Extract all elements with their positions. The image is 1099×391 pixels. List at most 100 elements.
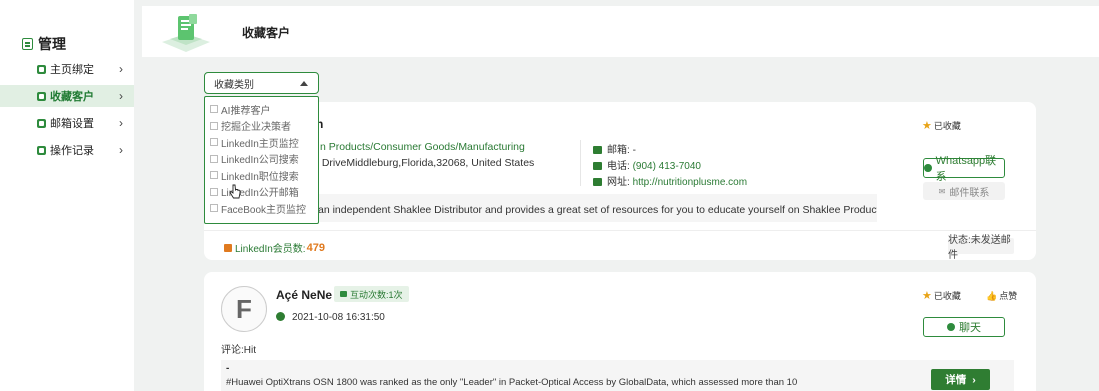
filter-option[interactable]: 挖掘企业决策者: [205, 118, 318, 135]
interaction-count: 互动次数:1次: [350, 289, 403, 300]
manage-icon: [22, 38, 33, 50]
filter-option-label: LinkedIn职位搜索: [221, 171, 299, 183]
category-filter-select[interactable]: 收藏类别: [204, 72, 319, 94]
thumbs-up-icon: 👍: [986, 291, 998, 301]
checkbox[interactable]: [210, 121, 218, 130]
checkbox[interactable]: [210, 105, 218, 114]
mail-settings-icon: [37, 118, 46, 128]
checkbox[interactable]: [210, 138, 218, 147]
datetime-row: 2021-10-08 16:31:50: [276, 312, 385, 323]
website-link[interactable]: http://nutritionplusme.com: [633, 177, 748, 188]
chevron-right-icon: ›: [119, 62, 123, 76]
checkbox[interactable]: [210, 204, 218, 213]
favorited-badge[interactable]: ★ 已收藏: [922, 289, 961, 302]
favorites-icon: [37, 91, 46, 101]
favorited-label: 已收藏: [933, 121, 961, 131]
star-icon: ★: [922, 290, 932, 302]
phone-label: 电话:: [607, 161, 630, 172]
website-label: 网址:: [607, 177, 630, 188]
interaction-count-badge: 互动次数:1次: [334, 286, 409, 302]
chevron-right-icon: ›: [119, 143, 123, 157]
linkedin-icon: [224, 243, 232, 252]
sidebar-item-homepage-binding[interactable]: 主页绑定 ›: [0, 58, 134, 80]
like-button[interactable]: 👍 点赞: [986, 289, 1017, 302]
chevron-right-icon: ›: [119, 89, 123, 103]
column-divider: [580, 140, 581, 186]
sidebar-title-label: 管理: [38, 36, 66, 52]
checkbox[interactable]: [210, 171, 218, 180]
filter-option[interactable]: LinkedIn公开邮箱: [205, 184, 318, 201]
whatsapp-icon: [924, 164, 932, 172]
customer-card: n n Products/Consumer Goods/Manufacturin…: [204, 102, 1036, 261]
whatsapp-button-label: Whatsapp联系: [935, 155, 997, 183]
whatsapp-contact-button[interactable]: Whatsapp联系: [923, 155, 1005, 183]
email-value: -: [632, 145, 636, 156]
avatar: F: [221, 286, 267, 332]
clock-icon: [276, 312, 285, 321]
sidebar-item-favorite-customers[interactable]: 收藏客户 ›: [0, 85, 134, 107]
website-row: 网址: http://nutritionplusme.com: [593, 173, 747, 188]
sidebar-item-mailbox-settings[interactable]: 邮箱设置 ›: [0, 112, 134, 134]
card-divider: [204, 230, 1036, 231]
phone-row: 电话: (904) 413-7040: [593, 157, 701, 172]
sidebar-item-label: 主页绑定: [50, 64, 94, 76]
sidebar-item-label: 邮箱设置: [50, 118, 94, 130]
caret-up-icon: [300, 81, 308, 86]
sidebar-title: 管理: [22, 34, 66, 54]
industry-text: n Products/Consumer Goods/Manufacturing: [320, 141, 525, 153]
filter-option-label: LinkedIn主页监控: [221, 138, 299, 150]
filter-option[interactable]: LinkedIn公司搜索: [205, 151, 318, 168]
filter-option[interactable]: LinkedIn职位搜索: [205, 167, 318, 184]
mail-icon: [593, 146, 602, 154]
category-filter-dropdown: AI推荐客户 挖掘企业决策者 LinkedIn主页监控 LinkedIn公司搜索…: [204, 96, 319, 224]
header-illustration: [162, 14, 210, 52]
sidebar-item-operation-log[interactable]: 操作记录 ›: [0, 139, 134, 161]
post-preview: - #Huawei OptiXtrans OSN 1800 was ranked…: [221, 360, 1014, 391]
filter-option[interactable]: AI推荐客户: [205, 101, 318, 118]
checkbox[interactable]: [210, 187, 218, 196]
post-text: #Huawei OptiXtrans OSN 1800 was ranked a…: [226, 377, 798, 388]
customer-name: Açé NeNe: [276, 288, 333, 302]
chat-button[interactable]: 聊天: [923, 317, 1005, 337]
filter-option[interactable]: FaceBook主页监控: [205, 200, 318, 217]
website-icon: [593, 178, 602, 186]
filter-option-label: AI推荐客户: [221, 105, 271, 117]
page-title: 收藏客户: [242, 26, 291, 40]
phone-value: (904) 413-7040: [632, 161, 701, 172]
email-row: 邮箱: -: [593, 141, 636, 156]
sidebar-item-label: 操作记录: [50, 145, 94, 157]
mail-icon: ✉: [938, 186, 946, 196]
chat-button-label: 聊天: [959, 322, 981, 334]
phone-icon: [593, 162, 602, 170]
detail-button-label: 详情: [945, 374, 967, 386]
filter-option-label: LinkedIn公司搜索: [221, 155, 299, 167]
like-label: 点赞: [999, 291, 1018, 301]
filter-option[interactable]: LinkedIn主页监控: [205, 134, 318, 151]
description-text[interactable]: an independent Shaklee Distributor and p…: [318, 204, 877, 216]
chevron-right-icon: ›: [972, 373, 976, 386]
sidebar: 管理 主页绑定 › 收藏客户 › 邮箱设置 › 操作记录 ›: [0, 0, 134, 391]
mail-contact-button[interactable]: ✉ 邮件联系: [923, 182, 1005, 200]
customer-card: F Açé NeNe 互动次数:1次 2021-10-08 16:31:50 评…: [204, 272, 1036, 391]
linkedin-label: LinkedIn会员数:: [235, 244, 306, 255]
linkedin-count-value: 479: [306, 241, 325, 254]
log-icon: [37, 145, 46, 155]
mail-button-label: 邮件联系: [949, 187, 990, 199]
description-box: an independent Shaklee Distributor and p…: [312, 194, 877, 222]
post-dash: -: [226, 363, 230, 374]
comment-text: 评论:Hit: [221, 345, 256, 356]
linkedin-member-count: LinkedIn会员数: 479: [224, 240, 325, 255]
favorited-badge[interactable]: ★ 已收藏: [922, 119, 961, 132]
sidebar-item-label: 收藏客户: [50, 91, 94, 103]
checkbox[interactable]: [210, 154, 218, 163]
detail-button[interactable]: 详情 ›: [931, 369, 990, 390]
chat-icon: [947, 323, 955, 331]
edit-icon: [37, 64, 46, 74]
filter-option-label: FaceBook主页监控: [221, 204, 307, 216]
category-filter-label: 收藏类别: [214, 79, 254, 91]
chat-icon: [340, 291, 347, 297]
favorited-label: 已收藏: [933, 291, 961, 301]
address-text: : DriveMiddleburg,Florida,32068, United …: [316, 157, 535, 169]
hand-cursor-icon: [229, 184, 241, 199]
email-label: 邮箱:: [607, 145, 630, 156]
